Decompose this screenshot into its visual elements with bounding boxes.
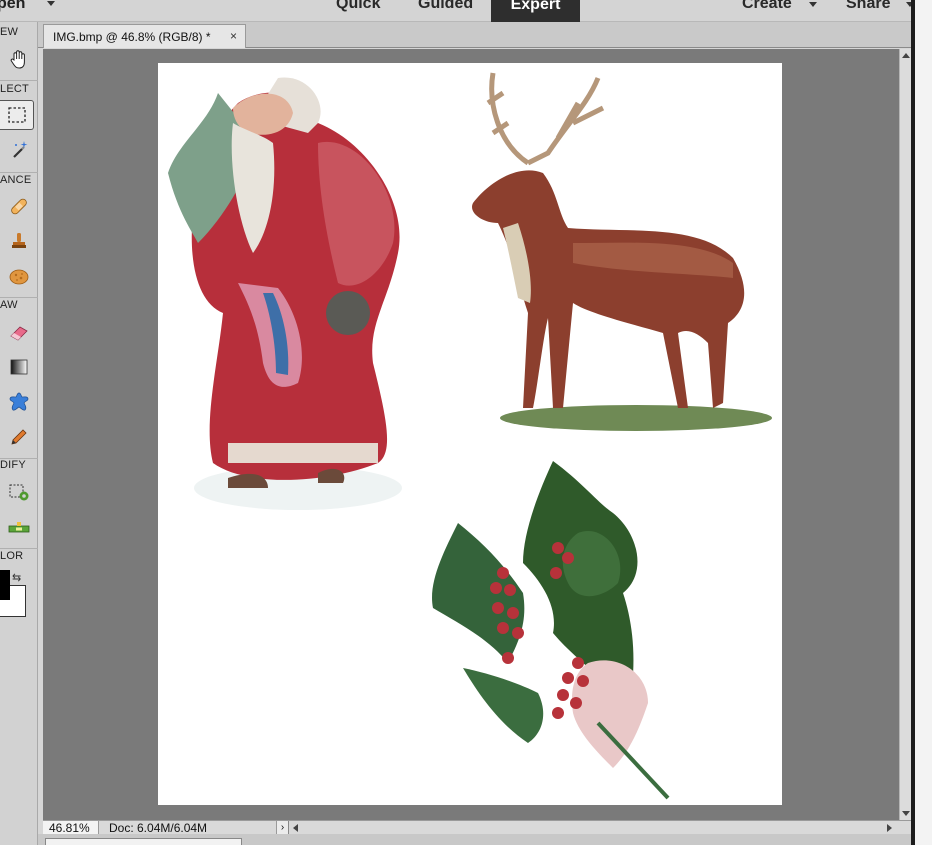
custom-shape-tool[interactable] <box>4 387 34 417</box>
deer-figure-image <box>472 72 772 431</box>
tab-expert[interactable]: Expert <box>491 0 580 22</box>
mode-bar: pen Quick Guided Expert Create Share <box>0 0 914 22</box>
create-dropdown-icon[interactable] <box>809 2 817 7</box>
document-tab[interactable]: IMG.bmp @ 46.8% (RGB/8) * × <box>43 24 246 48</box>
separator <box>0 548 38 549</box>
section-label-view: EW <box>0 26 19 38</box>
rectangular-marquee-tool[interactable] <box>0 100 34 130</box>
pencil-tool[interactable] <box>4 422 34 452</box>
scroll-right-icon[interactable] <box>887 824 892 832</box>
eraser-tool[interactable] <box>4 317 34 347</box>
hand-tool[interactable] <box>4 44 34 74</box>
magic-wand-icon <box>13 141 28 158</box>
close-tab-icon[interactable]: × <box>230 29 237 43</box>
document-image <box>168 72 772 800</box>
bandage-icon <box>11 198 27 215</box>
recompose-tool[interactable] <box>4 477 34 507</box>
scroll-left-icon[interactable] <box>293 824 298 832</box>
desktop-margin <box>915 0 932 845</box>
straighten-tool[interactable] <box>4 512 34 542</box>
section-label-enhance: ANCE <box>0 174 32 186</box>
section-label-color: LOR <box>0 550 24 562</box>
section-label-modify: DIFY <box>0 459 26 471</box>
scroll-up-icon[interactable] <box>902 53 910 58</box>
vertical-scrollbar[interactable] <box>899 49 911 820</box>
level-icon <box>8 522 30 533</box>
section-label-draw: AW <box>0 299 18 311</box>
magic-wand-tool[interactable] <box>4 135 34 165</box>
gradient-icon <box>10 359 28 375</box>
recompose-icon <box>9 484 29 501</box>
open-button[interactable]: pen <box>0 0 25 13</box>
pencil-icon <box>11 429 27 445</box>
swap-colors-icon[interactable]: ⇆ <box>12 571 21 584</box>
holly-sprig-image <box>432 461 670 800</box>
open-dropdown-icon[interactable] <box>47 1 55 6</box>
create-button[interactable]: Create <box>742 0 792 13</box>
photo-bin-panel[interactable] <box>45 838 242 845</box>
santa-figure-image <box>168 77 402 510</box>
gradient-tool[interactable] <box>4 352 34 382</box>
tab-quick[interactable]: Quick <box>336 0 380 13</box>
eraser-icon <box>10 326 28 341</box>
tab-guided[interactable]: Guided <box>418 0 473 13</box>
stamp-icon <box>12 233 26 248</box>
sponge-tool[interactable] <box>4 261 34 291</box>
document-canvas[interactable] <box>158 63 782 805</box>
photoshop-elements-window: pen Quick Guided Expert Create Share EW … <box>0 0 932 845</box>
separator <box>0 297 38 298</box>
status-menu-button[interactable]: › <box>277 821 289 835</box>
spot-healing-brush-tool[interactable] <box>4 191 34 221</box>
share-button[interactable]: Share <box>846 0 890 13</box>
clone-stamp-tool[interactable] <box>4 226 34 256</box>
foreground-color-swatch[interactable] <box>0 570 10 600</box>
marquee-icon <box>7 107 26 123</box>
document-tab-bar: IMG.bmp @ 46.8% (RGB/8) * × <box>38 22 911 48</box>
toolbox: EW LECT ANCE AW DIFY LOR <box>0 22 38 845</box>
separator <box>0 80 38 81</box>
document-size-info: Doc: 6.04M/6.04M <box>99 821 277 835</box>
separator <box>0 172 38 173</box>
puzzle-shape-icon <box>9 392 29 411</box>
sponge-icon <box>9 269 29 285</box>
hand-icon <box>10 50 25 69</box>
section-label-select: LECT <box>0 83 29 95</box>
zoom-level-field[interactable]: 46.81% <box>43 821 99 835</box>
document-tab-title: IMG.bmp @ 46.8% (RGB/8) * <box>53 30 211 44</box>
scroll-down-icon[interactable] <box>902 811 910 816</box>
status-bar: 46.81% Doc: 6.04M/6.04M › <box>43 820 911 835</box>
